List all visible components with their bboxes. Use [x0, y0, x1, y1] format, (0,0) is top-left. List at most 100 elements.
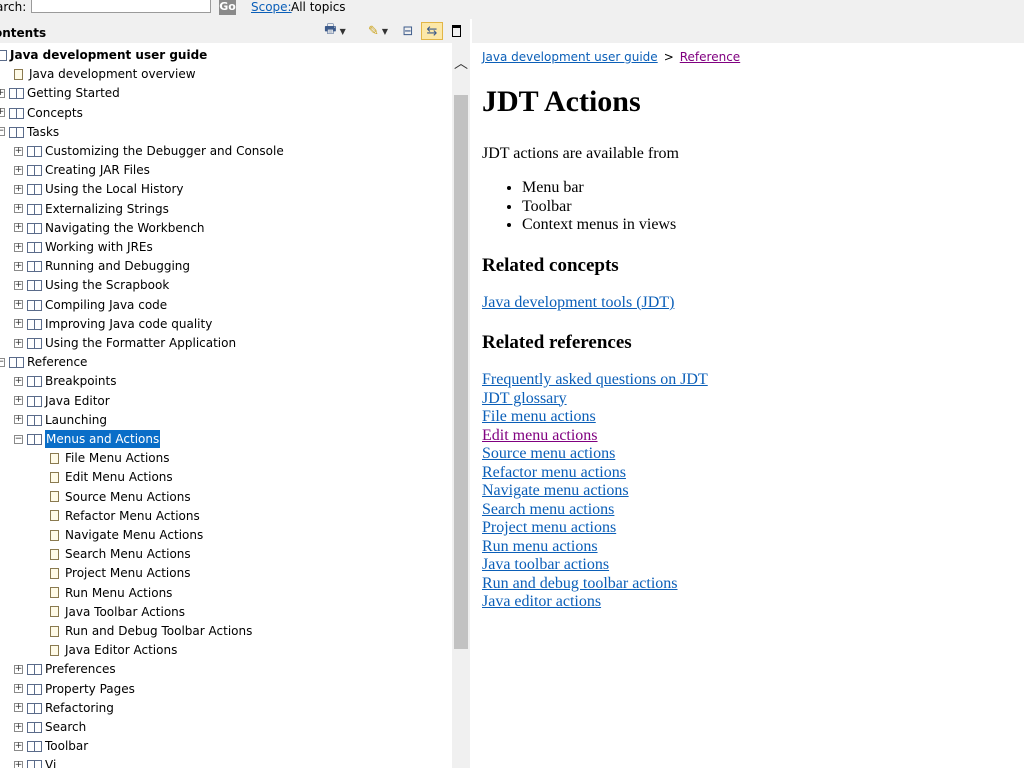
tree-item[interactable]: + Breakpoints — [14, 372, 116, 390]
tree-item[interactable]: + Refactoring — [14, 699, 114, 717]
scroll-thumb[interactable] — [454, 95, 468, 649]
expand-icon[interactable]: + — [14, 741, 23, 751]
tree-item[interactable]: − Tasks — [0, 123, 59, 141]
tree-item[interactable]: + Externalizing Strings — [14, 200, 169, 218]
tree-item[interactable]: Edit Menu Actions — [50, 468, 173, 486]
related-reference-link[interactable]: Run menu actions — [482, 538, 598, 556]
related-reference-link[interactable]: Edit menu actions — [482, 427, 598, 445]
tree-item[interactable]: Java development overview — [14, 65, 196, 83]
tree-item[interactable]: + Search — [14, 718, 86, 736]
expand-icon[interactable]: + — [14, 223, 23, 233]
related-reference-link[interactable]: File menu actions — [482, 408, 596, 426]
expand-icon[interactable]: + — [14, 338, 23, 348]
tree-item[interactable]: Search Menu Actions — [50, 545, 191, 563]
tree-item[interactable]: + Getting Started — [0, 84, 120, 102]
tree-item[interactable]: + Running and Debugging — [14, 257, 190, 275]
related-concept-link[interactable]: Java development tools (JDT) — [482, 294, 674, 312]
tree-item[interactable]: − Reference — [0, 353, 87, 371]
tree-item[interactable]: + Using the Scrapbook — [14, 276, 169, 294]
search-input[interactable] — [31, 0, 211, 13]
tree-item[interactable]: + Improving Java code quality — [14, 315, 212, 333]
link-with-contents-icon[interactable]: ⇆ — [421, 22, 443, 40]
tree-item[interactable]: + Creating JAR Files — [14, 161, 150, 179]
printer-icon[interactable]: 🖶 ▼ — [320, 22, 350, 40]
collapse-icon[interactable]: − — [0, 357, 5, 367]
scroll-up-icon[interactable]: ︿ — [452, 55, 470, 73]
expand-icon[interactable]: + — [14, 703, 23, 713]
book-icon — [27, 433, 42, 445]
tree-item[interactable]: + Using the Local History — [14, 180, 184, 198]
expand-icon[interactable]: + — [0, 88, 5, 98]
related-reference-link[interactable]: JDT glossary — [482, 390, 567, 408]
tree-item[interactable]: + Using the Formatter Application — [14, 334, 236, 352]
tree-item[interactable]: + Launching — [14, 411, 107, 429]
tree-item[interactable]: + Java Editor — [14, 392, 110, 410]
tree-item[interactable]: + Customizing the Debugger and Console — [14, 142, 284, 160]
expand-icon[interactable]: + — [14, 664, 23, 674]
tree-item[interactable]: − Menus and Actions — [14, 430, 161, 448]
expand-icon[interactable]: + — [14, 760, 23, 768]
breadcrumb-user-guide[interactable]: Java development user guide — [482, 50, 658, 64]
tree-item[interactable]: + Property Pages — [14, 680, 135, 698]
tree-item[interactable]: + Preferences — [14, 660, 116, 678]
breadcrumb-reference[interactable]: Reference — [680, 50, 740, 64]
expand-icon[interactable]: + — [14, 376, 23, 386]
expand-icon[interactable]: + — [14, 300, 23, 310]
book-icon — [27, 702, 42, 714]
collapse-icon[interactable]: − — [0, 127, 5, 137]
book-icon — [9, 126, 24, 138]
scope-link[interactable]: Scope: — [251, 0, 292, 14]
book-icon — [27, 663, 42, 676]
tree-item[interactable]: File Menu Actions — [50, 449, 170, 467]
related-reference-link[interactable]: Java toolbar actions — [482, 556, 609, 574]
related-reference-link[interactable]: Run and debug toolbar actions — [482, 575, 678, 593]
expand-icon[interactable]: + — [14, 280, 23, 290]
related-reference-link[interactable]: Refactor menu actions — [482, 464, 626, 482]
tree-item[interactable]: + Toolbar — [14, 737, 88, 755]
expand-icon[interactable]: + — [14, 722, 23, 732]
expand-icon[interactable]: + — [14, 242, 23, 252]
tree-item[interactable]: + Vi — [14, 756, 56, 768]
expand-icon[interactable]: + — [14, 261, 23, 271]
expand-icon[interactable]: + — [14, 184, 23, 194]
tree-item[interactable]: Java development user guide — [0, 46, 207, 64]
tree-item[interactable]: + Navigating the Workbench — [14, 219, 205, 237]
go-button[interactable]: Go — [219, 0, 236, 15]
related-reference-link[interactable]: Project menu actions — [482, 519, 616, 537]
tree-item[interactable]: + Compiling Java code — [14, 296, 167, 314]
tree-item[interactable]: Run Menu Actions — [50, 584, 172, 602]
topic-header — [472, 19, 1024, 43]
highlight-icon[interactable]: ✎ ▼ — [363, 22, 393, 40]
expand-icon[interactable]: + — [14, 165, 23, 175]
related-reference-link[interactable]: Search menu actions — [482, 501, 614, 519]
page-title: JDT Actions — [482, 85, 641, 118]
page-icon — [50, 625, 59, 637]
maximize-icon[interactable] — [449, 22, 463, 40]
tree-item[interactable]: Java Editor Actions — [50, 641, 177, 659]
tree-item[interactable]: Run and Debug Toolbar Actions — [50, 622, 252, 640]
expand-icon[interactable]: + — [14, 204, 23, 214]
expand-icon[interactable]: + — [0, 108, 5, 118]
collapse-icon[interactable]: − — [14, 434, 23, 444]
tree-item[interactable]: Java Toolbar Actions — [50, 603, 185, 621]
tree-scrollbar[interactable]: ︿ — [452, 43, 470, 768]
tree-item[interactable]: Refactor Menu Actions — [50, 507, 200, 525]
related-reference-link[interactable]: Source menu actions — [482, 445, 615, 463]
related-reference-link[interactable]: Java editor actions — [482, 593, 601, 611]
tree-item[interactable]: Source Menu Actions — [50, 488, 191, 506]
tree-item[interactable]: + Concepts — [0, 104, 83, 122]
expand-icon[interactable]: + — [14, 146, 23, 156]
related-reference-link[interactable]: Frequently asked questions on JDT — [482, 371, 708, 389]
expand-icon[interactable]: + — [14, 415, 23, 425]
tree-item[interactable]: Navigate Menu Actions — [50, 526, 203, 544]
expand-icon[interactable]: + — [14, 396, 23, 406]
collapse-all-icon[interactable]: ⊟ — [399, 22, 417, 40]
book-icon — [27, 260, 42, 273]
expand-icon[interactable]: + — [14, 684, 23, 694]
tree-item-label: Externalizing Strings — [45, 201, 169, 216]
expand-icon[interactable]: + — [14, 319, 23, 329]
tree-item-label: Breakpoints — [45, 374, 117, 389]
tree-item[interactable]: + Working with JREs — [14, 238, 153, 256]
related-reference-link[interactable]: Navigate menu actions — [482, 482, 629, 500]
tree-item[interactable]: Project Menu Actions — [50, 564, 190, 582]
